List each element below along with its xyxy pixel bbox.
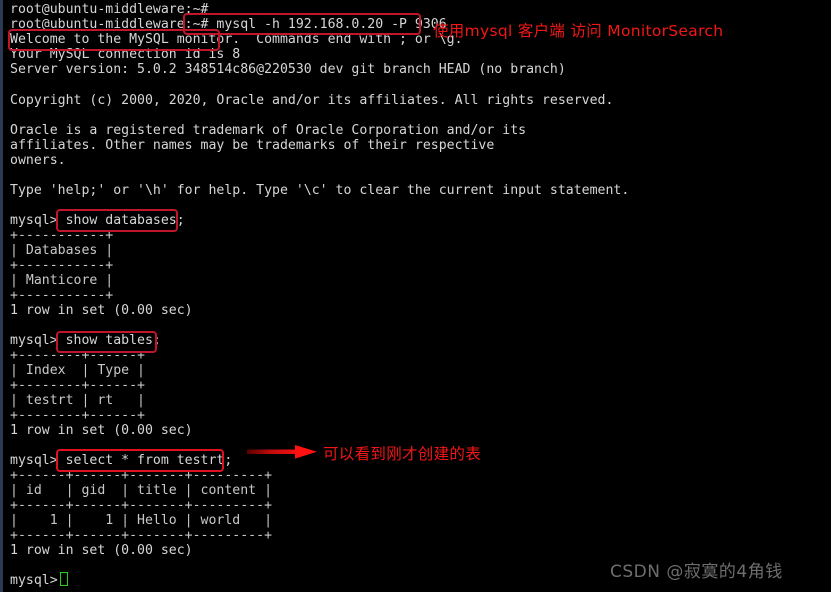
terminal-window[interactable]: root@ubuntu-middleware:~# root@ubuntu-mi…: [0, 0, 831, 592]
terminal-line-show-databases: mysql> show databases;: [10, 213, 185, 228]
table-border: +-----------+: [10, 228, 114, 243]
terminal-line-select: mysql> select * from testrt;: [10, 453, 233, 468]
result-footer: 1 row in set (0.00 sec): [10, 423, 193, 438]
terminal-line: affiliates. Other names may be trademark…: [10, 138, 495, 153]
terminal-line: root@ubuntu-middleware:~# mysql -h 192.1…: [10, 17, 447, 32]
result-footer: 1 row in set (0.00 sec): [10, 303, 193, 318]
terminal-line-show-tables: mysql> show tables;: [10, 333, 161, 348]
table-border: +------+------+-------+---------+: [10, 528, 273, 543]
csdn-watermark: CSDN @寂寞的4角钱: [610, 562, 783, 582]
terminal-cursor: [60, 572, 68, 586]
table-header-row: | Databases |: [10, 243, 114, 258]
terminal-line: Type 'help;' or '\h' for help. Type '\c'…: [10, 183, 630, 198]
terminal-prompt-active: mysql>: [10, 573, 66, 588]
table-border: +--------+------+: [10, 408, 145, 423]
table-header-row: | Index | Type |: [10, 363, 145, 378]
table-header-row: | id | gid | title | content |: [10, 483, 273, 498]
terminal-line: Welcome to the MySQL monitor. Commands e…: [10, 32, 463, 47]
terminal-line: owners.: [10, 153, 66, 168]
table-border: +------+------+-------+---------+: [10, 468, 273, 483]
table-border: +------+------+-------+---------+: [10, 498, 273, 513]
table-border: +-----------+: [10, 258, 114, 273]
table-border: +--------+------+: [10, 348, 145, 363]
table-border: +-----------+: [10, 288, 114, 303]
annotation-table-note: 可以看到刚才创建的表: [323, 445, 482, 463]
table-row: | testrt | rt |: [10, 393, 145, 408]
terminal-line: Copyright (c) 2000, 2020, Oracle and/or …: [10, 93, 614, 108]
table-row: | Manticore |: [10, 273, 114, 288]
table-row: | 1 | 1 | Hello | world |: [10, 513, 273, 528]
annotation-connect-note: 使用mysql 客户端 访问 MonitorSearch: [433, 22, 724, 40]
table-border: +--------+------+: [10, 378, 145, 393]
result-footer: 1 row in set (0.00 sec): [10, 543, 193, 558]
terminal-line: Your MySQL connection id is 8: [10, 47, 241, 62]
terminal-line: root@ubuntu-middleware:~#: [10, 2, 209, 17]
arrow-icon: [247, 445, 317, 459]
terminal-line: Oracle is a registered trademark of Orac…: [10, 123, 527, 138]
terminal-line: Server version: 5.0.2 348514c86@220530 d…: [10, 62, 566, 77]
